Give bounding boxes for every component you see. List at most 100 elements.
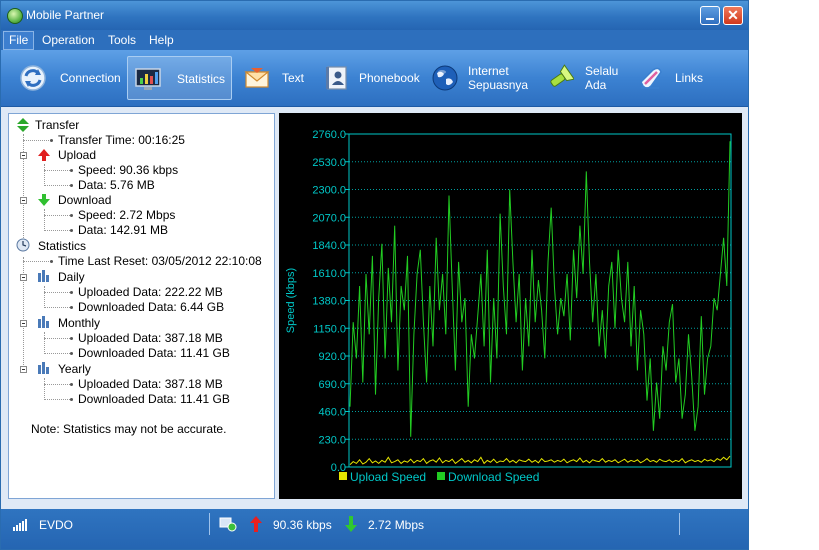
tree-monthly-label[interactable]: Monthly xyxy=(58,316,100,330)
speed-chart: 2760.0 2530.0 2300.0 2070.0 1840.0 1610.0 1380… xyxy=(285,129,732,484)
toolbar-internet-sepuasnya-button[interactable]: Internet Sepuasnya xyxy=(429,56,539,100)
toolbar-selalu-line1: Selalu xyxy=(585,64,619,78)
tree-monthly-uploaded: Uploaded Data: 387.18 MB xyxy=(78,331,223,345)
window-title: Mobile Partner xyxy=(26,8,105,22)
envelope-icon xyxy=(244,68,270,88)
toolbar-text-label: Text xyxy=(282,71,305,85)
toolbar-internet-line1: Internet xyxy=(468,64,509,78)
chart-y-tick-label: 2070.0 xyxy=(312,212,346,224)
chart-y-tick-label: 1610.0 xyxy=(312,268,346,280)
monthly-chart-icon xyxy=(38,316,49,328)
menu-tools[interactable]: Tools xyxy=(103,30,141,50)
toolbar-statistics-label: Statistics xyxy=(177,72,226,86)
chart-y-tick-label: 920.0 xyxy=(318,351,346,363)
flashlight-icon xyxy=(550,64,574,87)
chart-series-line-upload xyxy=(349,455,731,465)
speed-chart-panel: 2760.0 2530.0 2300.0 2070.0 1840.0 1610.0 1380… xyxy=(279,113,742,499)
network-type: EVDO xyxy=(39,518,74,532)
toolbar-selalu-ada-label: Selalu Ada xyxy=(585,64,618,92)
chart-y-tick-label: 460.0 xyxy=(318,407,346,419)
chart-legend-swatch-download xyxy=(437,472,445,480)
menu-file[interactable]: File xyxy=(3,31,35,50)
tree-yearly-uploaded: Uploaded Data: 387.18 MB xyxy=(78,377,223,391)
tree-daily-downloaded: Downloaded Data: 6.44 GB xyxy=(78,300,225,314)
menu-help[interactable]: Help xyxy=(144,30,179,50)
statistics-tree-panel[interactable]: Transfer Transfer Time: 00:16:25 Upload … xyxy=(8,113,275,499)
phonebook-icon xyxy=(326,66,347,90)
tree-transfer-label[interactable]: Transfer xyxy=(35,118,79,132)
toolbar-text-button[interactable]: Text xyxy=(237,56,312,100)
status-separator-right xyxy=(679,513,680,535)
tree-upload-expander[interactable] xyxy=(20,152,27,159)
toolbar-internet-sepuasnya-label: Internet Sepuasnya xyxy=(468,64,528,92)
main-window: Mobile Partner ✕ File Operation Tools He… xyxy=(0,0,749,550)
statistics-note: Note: Statistics may not be accurate. xyxy=(31,422,227,436)
toolbar-phonebook-label: Phonebook xyxy=(359,71,420,85)
tree-upload-label[interactable]: Upload xyxy=(58,148,96,162)
tree-daily-label[interactable]: Daily xyxy=(58,270,85,284)
toolbar-selalu-ada-button[interactable]: Selalu Ada xyxy=(542,56,632,100)
tree-download-label[interactable]: Download xyxy=(58,193,111,207)
close-button[interactable]: ✕ xyxy=(723,6,743,25)
chart-y-tick-label: 230.0 xyxy=(318,434,346,446)
daily-chart-icon xyxy=(38,270,49,282)
toolbar: Connection Statistics Text Phonebook Int… xyxy=(1,50,748,107)
tree-upload-speed: Speed: 90.36 kbps xyxy=(78,163,179,177)
tree-download-expander[interactable] xyxy=(20,197,27,204)
statistics-icon xyxy=(135,68,161,90)
menu-bar: File Operation Tools Help xyxy=(1,30,748,50)
download-speed-icon xyxy=(345,516,357,532)
toolbar-connection-button[interactable]: Connection xyxy=(13,56,123,100)
chart-legend-label-download: Download Speed xyxy=(448,470,539,484)
status-download-speed: 2.72 Mbps xyxy=(368,518,425,532)
clock-icon xyxy=(16,238,30,252)
connection-status-icon xyxy=(219,517,237,532)
status-separator xyxy=(209,513,210,535)
connection-icon xyxy=(20,65,46,91)
tree-monthly-downloaded: Downloaded Data: 11.41 GB xyxy=(78,346,230,360)
chart-y-tick-label: 2300.0 xyxy=(312,185,346,197)
status-upload-speed: 90.36 kbps xyxy=(273,518,332,532)
chart-y-tick-label: 690.0 xyxy=(318,379,346,391)
status-bar: EVDO 90.36 kbps 2.72 Mbps xyxy=(1,509,748,549)
tree-upload-data: Data: 5.76 MB xyxy=(78,178,155,192)
globe-icon xyxy=(432,65,458,91)
chart-y-tick-label: 1150.0 xyxy=(313,323,346,335)
yearly-chart-icon xyxy=(38,362,49,374)
tree-daily-uploaded: Uploaded Data: 222.22 MB xyxy=(78,285,223,299)
chart-y-tick-label: 1840.0 xyxy=(312,240,346,252)
tree-download-data: Data: 142.91 MB xyxy=(78,223,169,237)
toolbar-links-button[interactable]: Links xyxy=(633,56,713,100)
upload-speed-icon xyxy=(250,516,262,532)
chart-y-tick-label: 1380.0 xyxy=(312,296,346,308)
signal-strength-icon xyxy=(13,519,27,531)
title-bar[interactable]: Mobile Partner ✕ xyxy=(1,1,748,30)
chart-series-line-download xyxy=(349,141,731,437)
upload-arrow-icon xyxy=(38,149,50,161)
links-icon xyxy=(640,67,662,89)
tree-download-speed: Speed: 2.72 Mbps xyxy=(78,208,176,222)
tree-time-last-reset: Time Last Reset: 03/05/2012 22:10:08 xyxy=(58,254,262,268)
toolbar-links-label: Links xyxy=(675,71,704,85)
toolbar-selalu-line2: Ada xyxy=(585,78,607,92)
chart-y-axis-label: Speed (kbps) xyxy=(285,268,297,333)
toolbar-phonebook-button[interactable]: Phonebook xyxy=(317,56,427,100)
download-arrow-icon xyxy=(38,194,50,206)
tree-daily-expander[interactable] xyxy=(20,274,27,281)
toolbar-connection-label: Connection xyxy=(60,71,121,85)
minimize-button[interactable] xyxy=(700,6,720,25)
transfer-arrows-icon xyxy=(17,118,29,132)
toolbar-internet-line2: Sepuasnya xyxy=(468,78,529,92)
tree-monthly-expander[interactable] xyxy=(20,320,27,327)
app-logo-icon xyxy=(7,8,23,24)
tree-yearly-downloaded: Downloaded Data: 11.41 GB xyxy=(78,392,230,406)
menu-operation[interactable]: Operation xyxy=(37,30,100,50)
toolbar-statistics-button[interactable]: Statistics xyxy=(127,56,232,100)
tree-yearly-label[interactable]: Yearly xyxy=(58,362,91,376)
chart-y-tick-label: 2530.0 xyxy=(312,157,346,169)
tree-statistics-label[interactable]: Statistics xyxy=(38,239,86,253)
tree-transfer-time: Transfer Time: 00:16:25 xyxy=(58,133,185,147)
chart-y-tick-label: 2760.0 xyxy=(312,129,346,141)
tree-yearly-expander[interactable] xyxy=(20,366,27,373)
chart-legend-label-upload: Upload Speed xyxy=(350,470,426,484)
